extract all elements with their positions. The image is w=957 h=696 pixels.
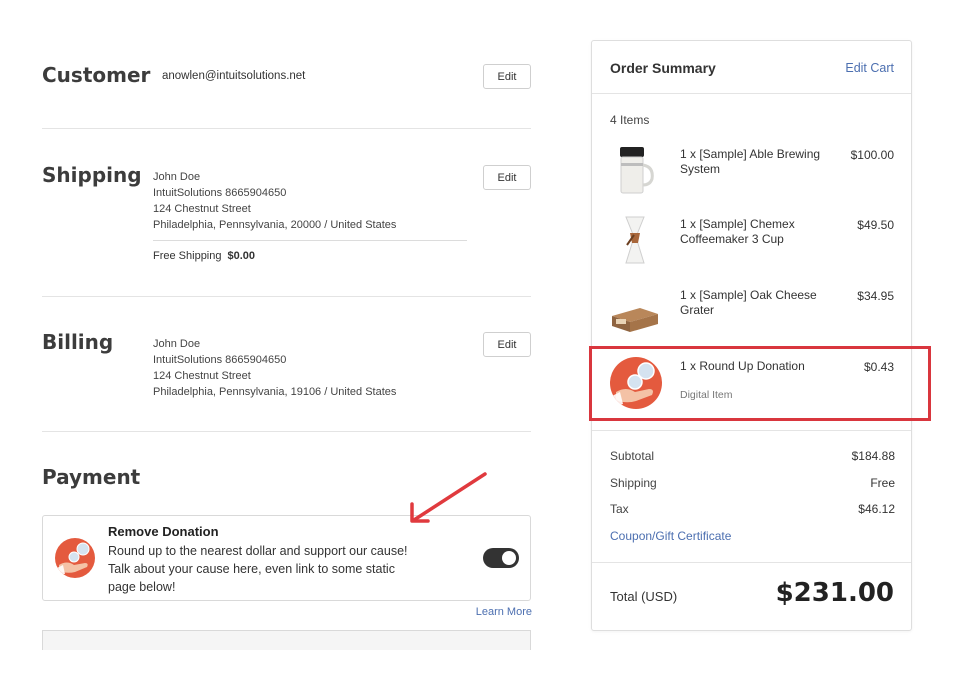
item-price: $49.50 bbox=[857, 218, 894, 232]
subtotal-value: $184.88 bbox=[851, 449, 895, 463]
donation-description: Round up to the nearest dollar and suppo… bbox=[108, 544, 408, 594]
donation-title: Remove Donation bbox=[108, 524, 219, 539]
item-price: $100.00 bbox=[850, 148, 894, 162]
donation-toggle[interactable] bbox=[483, 548, 519, 568]
billing-edit-button[interactable]: Edit bbox=[483, 332, 531, 357]
list-item: 1 x [Sample] Able Brewing System $100.00 bbox=[592, 145, 911, 205]
divider bbox=[592, 562, 911, 563]
total-label: Total (USD) bbox=[610, 589, 678, 604]
shipping-method-price: $0.00 bbox=[227, 250, 256, 262]
highlight-box bbox=[589, 346, 931, 421]
subtotal-row: Subtotal $184.88 bbox=[610, 449, 895, 463]
brewing-system-icon bbox=[610, 145, 660, 197]
order-summary: Order Summary Edit Cart 4 Items 1 x [Sam… bbox=[591, 40, 912, 631]
learn-more-link[interactable]: Learn More bbox=[476, 606, 532, 618]
shipping-street: 124 Chestnut Street bbox=[153, 203, 251, 215]
chemex-icon bbox=[610, 215, 660, 267]
annotation-arrow-icon bbox=[410, 472, 487, 523]
billing-street: 124 Chestnut Street bbox=[153, 370, 251, 382]
billing-address: John Doe IntuitSolutions 8665904650 124 … bbox=[153, 336, 396, 400]
shipping-row: Shipping Free bbox=[610, 476, 895, 490]
shipping-title: Shipping bbox=[42, 163, 142, 187]
customer-edit-button[interactable]: Edit bbox=[483, 64, 531, 89]
customer-title: Customer bbox=[42, 63, 151, 87]
billing-company-phone: IntuitSolutions 8665904650 bbox=[153, 354, 287, 366]
item-name: 1 x [Sample] Chemex Coffeemaker 3 Cup bbox=[680, 217, 795, 246]
shipping-edit-button[interactable]: Edit bbox=[483, 165, 531, 190]
shipping-name: John Doe bbox=[153, 171, 201, 183]
billing-city: Philadelphia, Pennsylvania, 19106 / Unit… bbox=[153, 386, 397, 398]
billing-title: Billing bbox=[42, 330, 114, 354]
item-price: $34.95 bbox=[857, 289, 894, 303]
shipping-method-label: Free Shipping bbox=[153, 250, 222, 262]
toggle-knob bbox=[502, 551, 516, 565]
shipping-city: Philadelphia, Pennsylvania, 20000 / Unit… bbox=[153, 219, 397, 231]
shipping-label: Shipping bbox=[610, 476, 657, 490]
divider bbox=[42, 128, 531, 129]
tax-value: $46.12 bbox=[858, 502, 895, 516]
item-name: 1 x [Sample] Able Brewing System bbox=[680, 147, 821, 176]
tax-label: Tax bbox=[610, 502, 629, 516]
shipping-value: Free bbox=[870, 476, 895, 490]
coupon-link[interactable]: Coupon/Gift Certificate bbox=[610, 529, 731, 543]
divider bbox=[592, 93, 911, 94]
divider bbox=[42, 431, 531, 432]
total-value: $231.00 bbox=[775, 578, 894, 608]
shipping-company-phone: IntuitSolutions 8665904650 bbox=[153, 187, 287, 199]
shipping-method: Free Shipping $0.00 bbox=[153, 250, 255, 262]
order-summary-title: Order Summary bbox=[610, 60, 716, 76]
cheese-grater-icon bbox=[610, 286, 660, 338]
divider bbox=[592, 430, 911, 431]
address-divider bbox=[153, 240, 467, 241]
list-item: 1 x [Sample] Chemex Coffeemaker 3 Cup $4… bbox=[592, 215, 911, 275]
payment-title: Payment bbox=[42, 465, 141, 489]
tax-row: Tax $46.12 bbox=[610, 502, 895, 516]
customer-email: anowlen@intuitsolutions.net bbox=[162, 70, 306, 82]
donation-icon bbox=[55, 538, 95, 578]
edit-cart-link[interactable]: Edit Cart bbox=[845, 61, 894, 75]
subtotal-label: Subtotal bbox=[610, 449, 655, 463]
items-count: 4 Items bbox=[610, 113, 650, 127]
payment-method-box[interactable] bbox=[42, 630, 531, 650]
divider bbox=[42, 296, 531, 297]
shipping-address: John Doe IntuitSolutions 8665904650 124 … bbox=[153, 169, 396, 233]
item-name: 1 x [Sample] Oak Cheese Grater bbox=[680, 288, 817, 317]
list-item: 1 x [Sample] Oak Cheese Grater $34.95 bbox=[592, 286, 911, 346]
billing-name: John Doe bbox=[153, 338, 201, 350]
